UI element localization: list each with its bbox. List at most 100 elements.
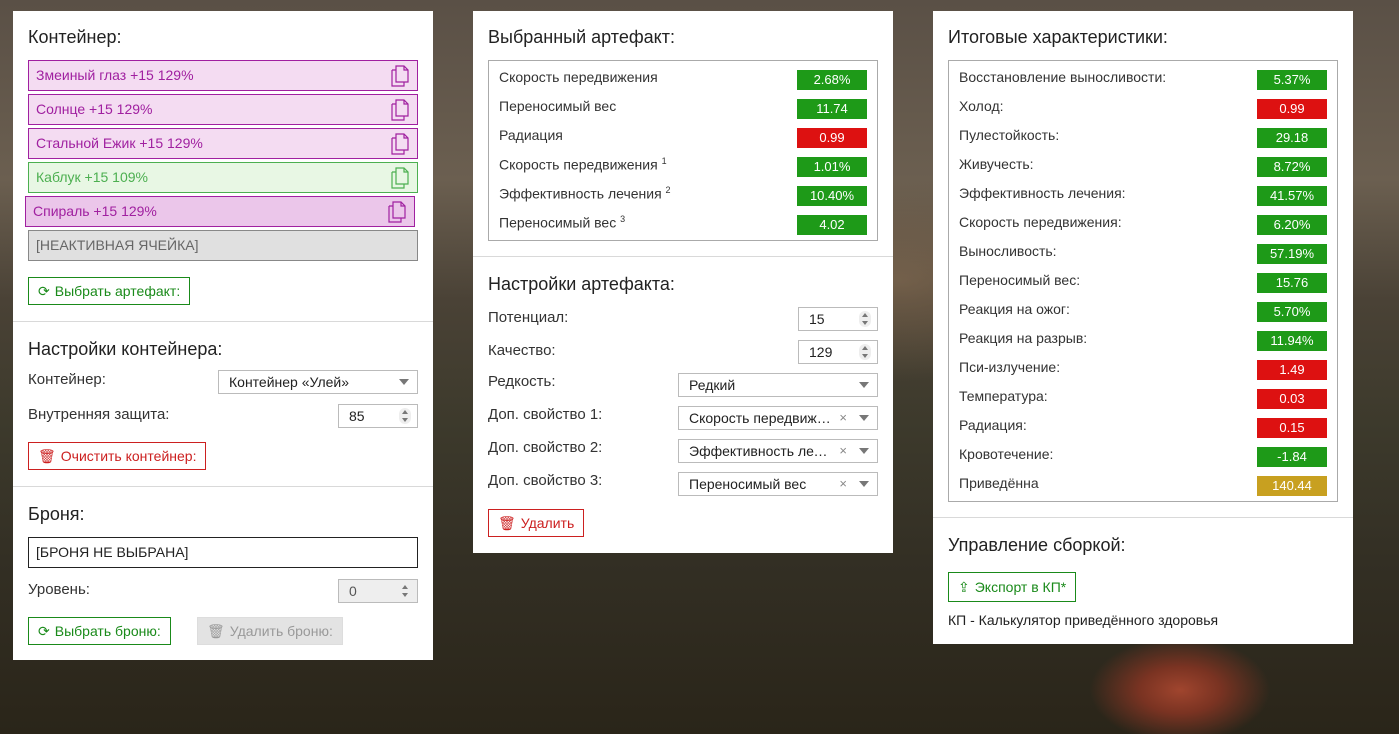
total-stat-value-badge: 8.72% — [1257, 157, 1327, 177]
extra3-value: Переносимый вес — [689, 476, 807, 492]
container-slot[interactable]: Стальной Ежик +15 129% — [28, 128, 418, 159]
total-stat-row: Пси-излучение: 1.49 — [959, 353, 1327, 382]
delete-artifact-label: Удалить — [520, 515, 575, 531]
spinner-icon[interactable] — [859, 311, 871, 327]
stat-name: Скорость передвижения — [499, 69, 658, 85]
potential-input[interactable]: 15 — [798, 307, 878, 331]
stat-name-text: Переносимый вес — [499, 214, 617, 231]
extra1-select[interactable]: Скорость передвижения × — [678, 406, 878, 430]
protection-value: 85 — [349, 408, 365, 424]
chevron-down-icon — [859, 448, 869, 454]
clear-icon[interactable]: × — [839, 407, 847, 429]
container-slot[interactable]: Каблук +15 109% — [28, 162, 418, 193]
total-stat-value-badge: 11.94% — [1257, 331, 1327, 351]
container-settings-title: Настройки контейнера: — [28, 339, 223, 359]
total-stat-row: Кровотечение: -1.84 — [959, 440, 1327, 469]
stat-footnote: 1 — [661, 156, 667, 166]
spinner-icon[interactable] — [399, 408, 411, 424]
protection-input[interactable]: 85 — [338, 404, 418, 428]
container-slot-label: Спираль +15 129% — [33, 203, 157, 219]
export-label: Экспорт в КП* — [974, 579, 1067, 595]
total-section: Итоговые характеристики: Восстановление … — [933, 11, 1353, 518]
quality-input[interactable]: 129 — [798, 340, 878, 364]
armor-title: Броня: — [28, 504, 85, 524]
stat-value-badge: 4.02 — [797, 215, 867, 235]
stat-value-badge: 2.68% — [797, 70, 867, 90]
container-slot[interactable]: Змеиный глаз +15 129% — [28, 60, 418, 91]
select-artifact-button[interactable]: ⟳ Выбрать артефакт: — [28, 277, 191, 305]
clear-container-button[interactable]: 🗑 Очистить контейнер: — [28, 442, 207, 470]
trash-icon: 🗑 — [207, 623, 225, 639]
select-artifact-label: Выбрать артефакт: — [54, 283, 181, 299]
container-slot[interactable]: Спираль +15 129% — [25, 196, 415, 227]
container-slot[interactable]: Солнце +15 129% — [28, 94, 418, 125]
delete-armor-label: Удалить броню: — [229, 623, 333, 639]
extra2-select[interactable]: Эффективность лечения × — [678, 439, 878, 463]
container-slot-label: Стальной Ежик +15 129% — [36, 135, 203, 151]
extra3-select[interactable]: Переносимый вес × — [678, 472, 878, 496]
total-stat-name: Радиация: — [959, 417, 1027, 433]
chevron-down-icon — [859, 415, 869, 421]
total-stat-row: Эффективность лечения: 41.57% — [959, 179, 1327, 208]
total-stat-row: Восстановление выносливости: 5.37% — [959, 63, 1327, 92]
copy-icon[interactable] — [391, 167, 409, 189]
total-stat-row: Радиация: 0.15 — [959, 411, 1327, 440]
total-stat-value-badge: -1.84 — [1257, 447, 1327, 467]
container-type-select[interactable]: Контейнер «Улей» — [218, 370, 418, 394]
container-slot-label: Каблук +15 109% — [36, 169, 148, 185]
total-stat-value-badge: 5.37% — [1257, 70, 1327, 90]
stat-row: Переносимый вес 3 4.02 — [499, 208, 867, 237]
stat-name-text: Переносимый вес — [499, 98, 617, 114]
armor-field[interactable]: [БРОНЯ НЕ ВЫБРАНА] — [28, 537, 418, 568]
total-stat-value-badge: 1.49 — [1257, 360, 1327, 380]
total-stat-name: Температура: — [959, 388, 1048, 404]
select-armor-label: Выбрать броню: — [54, 623, 161, 639]
protection-label: Внутренняя защита: — [28, 406, 170, 423]
total-stat-value-badge: 140.44 — [1257, 476, 1327, 496]
armor-level-value: 0 — [349, 583, 357, 599]
total-stat-row: Реакция на разрыв: 11.94% — [959, 324, 1327, 353]
total-stat-row: Температура: 0.03 — [959, 382, 1327, 411]
quality-label: Качество: — [488, 342, 556, 359]
chevron-down-icon — [399, 379, 409, 385]
total-stat-row: Пулестойкость: 29.18 — [959, 121, 1327, 150]
clear-icon[interactable]: × — [839, 473, 847, 495]
total-stat-value-badge: 29.18 — [1257, 128, 1327, 148]
potential-value: 15 — [809, 311, 825, 327]
stat-row: Радиация 0.99 — [499, 121, 867, 150]
total-stat-name: Холод: — [959, 98, 1004, 114]
total-stat-value-badge: 0.03 — [1257, 389, 1327, 409]
copy-icon[interactable] — [391, 99, 409, 121]
refresh-icon: ⟳ — [38, 623, 50, 639]
stat-footnote: 2 — [665, 185, 671, 195]
export-button[interactable]: ⇪ Экспорт в КП* — [948, 572, 1077, 602]
potential-label: Потенциал: — [488, 309, 569, 326]
build-title: Управление сборкой: — [948, 535, 1126, 555]
stat-value-badge: 11.74 — [797, 99, 867, 119]
rarity-value: Редкий — [689, 377, 736, 393]
extra2-value: Эффективность лечения — [689, 443, 831, 459]
select-armor-button[interactable]: ⟳ Выбрать броню: — [28, 617, 171, 645]
total-stat-name: Пси-излучение: — [959, 359, 1061, 375]
rarity-select[interactable]: Редкий — [678, 373, 878, 397]
right-panel: Итоговые характеристики: Восстановление … — [933, 11, 1353, 644]
delete-artifact-button[interactable]: 🗑 Удалить — [488, 509, 585, 537]
extra2-label: Доп. свойство 2: — [488, 439, 603, 456]
selected-artifact-stats: Скорость передвижения 2.68% Переносимый ве… — [488, 60, 878, 241]
total-stat-name: Выносливость: — [959, 243, 1057, 259]
total-stat-value-badge: 6.20% — [1257, 215, 1327, 235]
total-stat-name: Восстановление выносливости: — [959, 69, 1167, 85]
stat-name-text: Эффективность лечения — [499, 185, 662, 202]
total-stat-row: Холод: 0.99 — [959, 92, 1327, 121]
stat-name-text: Скорость передвижения — [499, 69, 658, 85]
total-stat-value-badge: 5.70% — [1257, 302, 1327, 322]
copy-icon[interactable] — [391, 65, 409, 87]
total-stat-value-badge: 0.15 — [1257, 418, 1327, 438]
copy-icon[interactable] — [388, 201, 406, 223]
clear-icon[interactable]: × — [839, 440, 847, 462]
total-stat-name: Живучесть: — [959, 156, 1034, 172]
spinner-icon[interactable] — [859, 344, 871, 360]
stat-row: Эффективность лечения 2 10.40% — [499, 179, 867, 208]
copy-icon[interactable] — [391, 133, 409, 155]
left-panel: Контейнер: Змеиный глаз +15 129% Солнце +… — [13, 11, 433, 660]
